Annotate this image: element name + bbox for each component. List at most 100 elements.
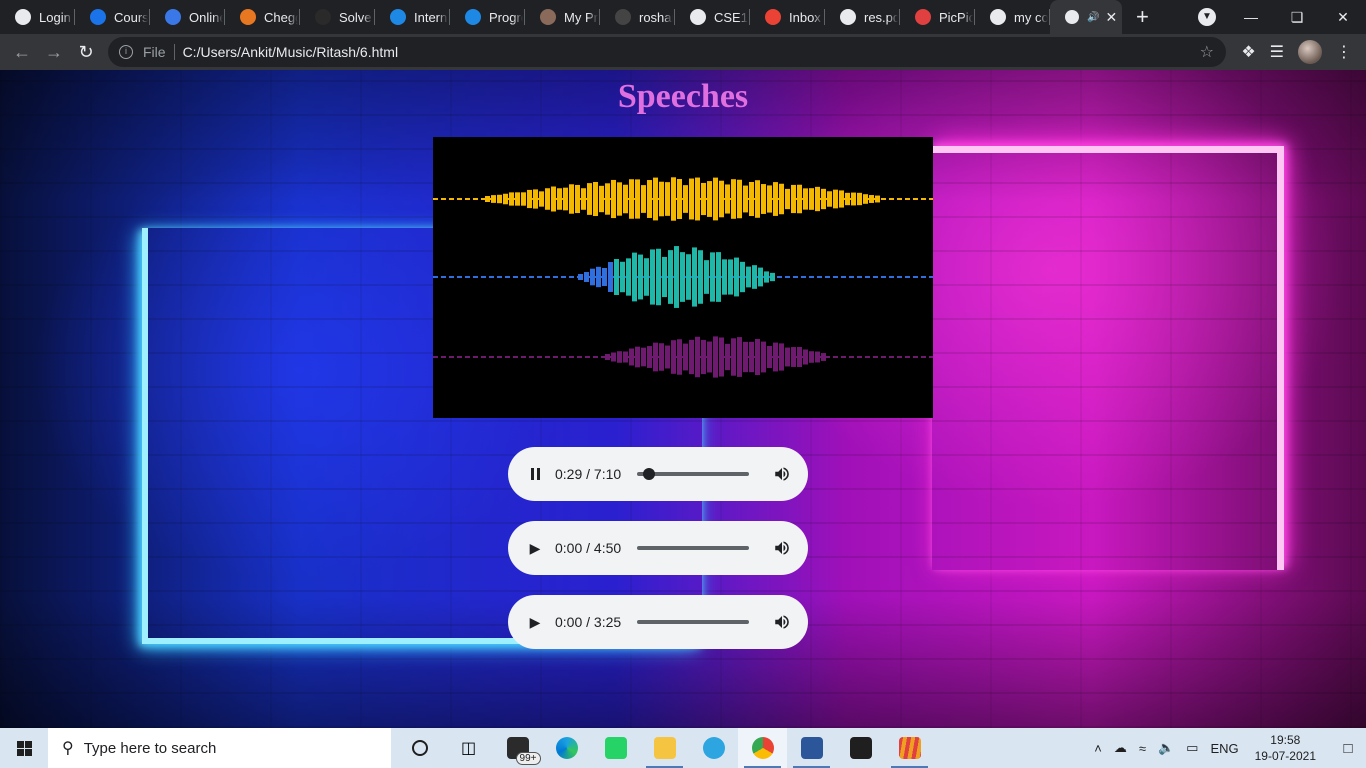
back-button[interactable]: ← (6, 42, 38, 63)
close-tab-icon[interactable]: ✕ (1105, 9, 1117, 26)
page-viewport: Speeches 0:29 / 7:10 ▶ 0:00 / 4:50 ▶ 0:0… (0, 70, 1366, 728)
tab-label: Login (39, 9, 71, 25)
audio-player-1[interactable]: 0:29 / 7:10 (508, 447, 808, 501)
extensions-puzzle-icon[interactable]: ❖ (1241, 42, 1255, 62)
solve-icon (315, 9, 331, 25)
seek-thumb[interactable] (642, 468, 655, 480)
page-title: Speeches (617, 78, 749, 115)
taskbar-clock[interactable]: 19:58 19-07-2021 (1255, 732, 1316, 764)
volume-icon[interactable] (773, 539, 791, 557)
browser-tab[interactable]: Intern (375, 0, 450, 34)
system-tray: ˄ ☁ ≈ 🔈 ▭ ENG 19:58 19-07-2021 □ (1088, 728, 1366, 768)
chrome-icon[interactable] (738, 728, 787, 768)
picpick-icon[interactable] (885, 728, 934, 768)
tab-search-icon[interactable]: ▼ (1198, 8, 1216, 26)
browser-tab[interactable]: Course (75, 0, 150, 34)
browser-tab[interactable]: Progre (450, 0, 525, 34)
minimize-button[interactable]: — (1228, 9, 1274, 25)
online-icon (165, 9, 181, 25)
active-browser-tab[interactable]: 🔊 ✕ (1050, 0, 1122, 34)
audio-playing-icon[interactable]: 🔊 (1087, 12, 1099, 23)
volume-icon[interactable] (773, 613, 791, 631)
taskbar-search-box[interactable]: ⚲ Type here to search (48, 728, 391, 768)
new-tab-button[interactable]: + (1136, 0, 1149, 34)
tab-label: roshar (639, 9, 673, 25)
mail-app-icon[interactable]: 99+ (493, 728, 542, 768)
profile-avatar[interactable] (1298, 40, 1322, 64)
tab-label: My Pr (564, 9, 598, 25)
browser-tab[interactable]: My Pr (525, 0, 600, 34)
tab-list: Login Course Online Chegg Solve Intern Progre M… (0, 0, 1122, 34)
play-button[interactable]: ▶ (526, 540, 544, 557)
player-time: 0:29 / 7:10 (555, 466, 622, 482)
edge-browser-icon[interactable] (542, 728, 591, 768)
url-text[interactable]: C:/Users/Ankit/Music/Ritash/6.html (183, 44, 399, 60)
tab-label: PicPic (939, 9, 973, 25)
close-window-button[interactable]: ✕ (1320, 9, 1366, 26)
media-controls-icon[interactable]: ☰ (1270, 42, 1284, 62)
restore-button[interactable]: ❏ (1274, 9, 1320, 26)
play-button[interactable]: ▶ (526, 614, 544, 631)
tab-label: my co (1014, 9, 1048, 25)
notifications-icon[interactable]: □ (1330, 740, 1366, 757)
seek-slider[interactable] (637, 546, 749, 550)
github-icon (615, 9, 631, 25)
show-hidden-icons-chevron-icon[interactable]: ˄ (1094, 741, 1102, 756)
player-time: 0:00 / 4:50 (555, 540, 622, 556)
reload-button[interactable]: ↻ (70, 42, 102, 63)
toolbar-right: ❖ ☰ ⋮ (1241, 34, 1352, 70)
whatsapp-icon[interactable] (591, 728, 640, 768)
browser-tab[interactable]: Online (150, 0, 225, 34)
chegg-icon (240, 9, 256, 25)
start-button[interactable] (0, 728, 48, 768)
search-icon: ⚲ (62, 740, 74, 757)
browser-tab[interactable]: Solve (300, 0, 375, 34)
battery-icon[interactable]: ▭ (1186, 740, 1198, 756)
browser-tab[interactable]: roshar (600, 0, 675, 34)
seek-slider[interactable] (637, 620, 749, 624)
pause-button[interactable] (526, 468, 544, 480)
tab-label: res.pd (864, 9, 898, 25)
gmail-icon (765, 9, 781, 25)
seek-slider[interactable] (637, 468, 749, 480)
site-info-icon[interactable]: i (119, 45, 133, 59)
browser-tab[interactable]: res.pd (825, 0, 900, 34)
tab-label: Chegg (264, 9, 298, 25)
word-icon[interactable] (787, 728, 836, 768)
info-icon (15, 9, 31, 25)
tab-label: CSE10 (714, 9, 748, 25)
player-time: 0:00 / 3:25 (555, 614, 622, 630)
forward-button[interactable]: → (38, 42, 70, 63)
waveform-image (433, 137, 933, 418)
audio-player-2[interactable]: ▶ 0:00 / 4:50 (508, 521, 808, 575)
browser-tab[interactable]: PicPic (900, 0, 975, 34)
wifi-icon[interactable]: ≈ (1139, 741, 1146, 756)
address-bar[interactable]: i File C:/Users/Ankit/Music/Ritash/6.htm… (108, 37, 1226, 67)
browser-tab[interactable]: my co (975, 0, 1050, 34)
browser-tab[interactable]: Inbox (750, 0, 825, 34)
cortana-icon[interactable] (395, 728, 444, 768)
volume-tray-icon[interactable]: 🔈 (1158, 740, 1174, 756)
language-indicator[interactable]: ENG (1210, 741, 1238, 756)
c-logo-icon (90, 9, 106, 25)
audio-player-3[interactable]: ▶ 0:00 / 3:25 (508, 595, 808, 649)
scheme-label: File (143, 44, 166, 60)
file-explorer-icon[interactable] (640, 728, 689, 768)
browser-menu-icon[interactable]: ⋮ (1336, 42, 1352, 62)
task-view-icon[interactable]: ◫ (444, 728, 493, 768)
browser-tab[interactable]: CSE10 (675, 0, 750, 34)
search-placeholder: Type here to search (83, 739, 217, 757)
telegram-icon[interactable] (689, 728, 738, 768)
globe-icon (840, 9, 856, 25)
globe-icon (1065, 10, 1079, 24)
browser-tab[interactable]: Login (0, 0, 75, 34)
onedrive-cloud-icon[interactable]: ☁ (1114, 740, 1127, 756)
browser-tab-strip: Login Course Online Chegg Solve Intern Progre M… (0, 0, 1366, 34)
photos-icon[interactable] (836, 728, 885, 768)
bookmark-star-icon[interactable]: ☆ (1200, 42, 1214, 62)
neon-frame-pink (932, 146, 1284, 570)
globe-icon (690, 9, 706, 25)
is-logo-icon (390, 9, 406, 25)
volume-icon[interactable] (773, 465, 791, 483)
browser-tab[interactable]: Chegg (225, 0, 300, 34)
